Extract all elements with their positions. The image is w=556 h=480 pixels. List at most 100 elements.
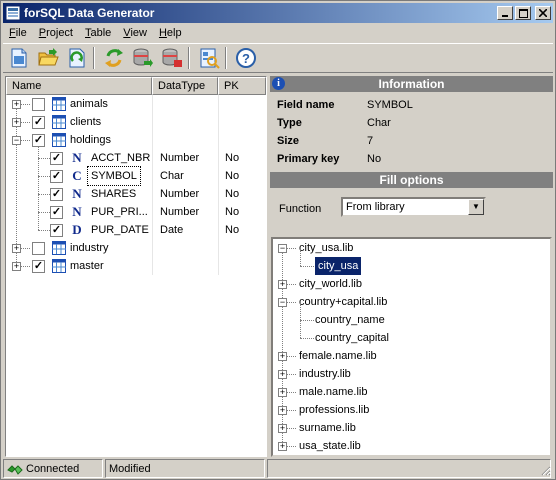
tree-header: Name DataType PK: [6, 77, 266, 95]
field-checkbox[interactable]: ✓: [50, 224, 63, 237]
menu-file[interactable]: File: [3, 27, 33, 39]
generate-button[interactable]: [101, 45, 127, 71]
menu-view[interactable]: View: [117, 27, 153, 39]
tree-row-field[interactable]: ✓ N SHARES Number No: [6, 185, 266, 203]
expand-icon[interactable]: +: [278, 406, 287, 415]
tree-row-table[interactable]: + ✓ clients: [6, 113, 266, 131]
collapse-icon[interactable]: −: [12, 136, 21, 145]
table-icon: [52, 115, 66, 129]
help-button[interactable]: ?: [233, 45, 259, 71]
tree-row-field[interactable]: ✓ N PUR_PRI... Number No: [6, 203, 266, 221]
column-header-datatype[interactable]: DataType: [152, 77, 218, 95]
field-type-icon: D: [72, 222, 82, 237]
tree-guide-line: [300, 248, 301, 266]
app-window: forSQL Data Generator File Project Table Vi…: [0, 0, 556, 480]
expand-icon[interactable]: +: [12, 244, 21, 253]
library-item[interactable]: city_usa.lib: [299, 239, 353, 257]
expand-icon[interactable]: +: [12, 262, 21, 271]
new-icon: [11, 48, 27, 68]
field-checkbox[interactable]: ✓: [50, 170, 63, 183]
expand-icon[interactable]: +: [278, 280, 287, 289]
table-checkbox[interactable]: [32, 242, 45, 255]
maximize-button[interactable]: [515, 6, 531, 20]
dropdown-arrow-icon[interactable]: ▼: [468, 199, 484, 215]
collapse-icon[interactable]: −: [278, 298, 287, 307]
info-value: No: [367, 153, 382, 165]
info-row: Type Char: [277, 115, 547, 131]
library-item[interactable]: professions.lib: [299, 401, 369, 419]
library-item[interactable]: male.name.lib: [299, 383, 367, 401]
table-checkbox[interactable]: ✓: [32, 116, 45, 129]
library-item[interactable]: city_world.lib: [299, 275, 362, 293]
info-row: Primary key No: [277, 151, 547, 167]
tree-row-table[interactable]: + animals: [6, 95, 266, 113]
field-checkbox[interactable]: ✓: [50, 152, 63, 165]
library-field-item[interactable]: country_capital: [315, 329, 389, 347]
expand-icon[interactable]: +: [278, 370, 287, 379]
table-icon: [52, 241, 66, 255]
library-item[interactable]: country+capital.lib: [299, 293, 387, 311]
library-item[interactable]: industry.lib: [299, 365, 351, 383]
table-icon: [52, 259, 66, 273]
tree-row-field[interactable]: ✓ N ACCT_NBR Number No: [6, 149, 266, 167]
menu-help[interactable]: Help: [153, 27, 188, 39]
tree-row-table[interactable]: − ✓ holdings: [6, 131, 266, 149]
info-label: Primary key: [277, 153, 340, 165]
library-tree-panel[interactable]: − city_usa.lib city_usa + city_world.lib − cou…: [271, 237, 552, 457]
collapse-icon[interactable]: −: [278, 244, 287, 253]
new-project-button[interactable]: [6, 45, 32, 71]
column-header-pk[interactable]: PK: [218, 77, 266, 95]
database-connect-icon: [133, 48, 153, 67]
info-row: Size 7: [277, 133, 547, 149]
menu-label: iew: [130, 27, 147, 39]
field-datatype: Date: [160, 224, 184, 236]
tree-row-field[interactable]: ✓ D PUR_DATE Date No: [6, 221, 266, 239]
field-pk: No: [225, 170, 240, 182]
report-icon: [200, 48, 220, 69]
minimize-button[interactable]: [497, 6, 513, 20]
field-checkbox[interactable]: ✓: [50, 188, 63, 201]
table-checkbox[interactable]: [32, 98, 45, 111]
column-header-name[interactable]: Name: [6, 77, 152, 95]
table-name: clients: [70, 116, 102, 128]
resize-grip-icon[interactable]: [539, 464, 551, 476]
expand-icon[interactable]: +: [278, 424, 287, 433]
expand-icon[interactable]: +: [12, 100, 21, 109]
tree-guide-line: [38, 158, 50, 159]
info-row: Field name SYMBOL: [277, 97, 547, 113]
disconnect-database-button[interactable]: [159, 45, 185, 71]
library-item[interactable]: surname.lib: [299, 419, 356, 437]
library-item[interactable]: usa_state.lib: [299, 437, 361, 455]
title-bar[interactable]: forSQL Data Generator: [3, 3, 553, 23]
library-field-item[interactable]: city_usa: [313, 256, 363, 276]
table-checkbox[interactable]: ✓: [32, 260, 45, 273]
connect-database-button[interactable]: [130, 45, 156, 71]
table-icon: [52, 97, 66, 111]
tree-row-table[interactable]: + ✓ master: [6, 257, 266, 275]
tree-row-table[interactable]: + industry: [6, 239, 266, 257]
expand-icon[interactable]: +: [278, 388, 287, 397]
open-project-button[interactable]: [35, 45, 61, 71]
menu-project[interactable]: Project: [33, 27, 79, 39]
expand-icon[interactable]: +: [12, 118, 21, 127]
tree-row-field[interactable]: ✓ C SYMBOL Char No: [6, 166, 266, 186]
toolbar: ?: [3, 43, 553, 73]
library-field-item[interactable]: country_name: [315, 311, 385, 329]
field-checkbox[interactable]: ✓: [50, 206, 63, 219]
table-tree-panel[interactable]: Name DataType PK + animals + ✓ clients − ✓ hold…: [5, 76, 267, 457]
reload-button[interactable]: [64, 45, 90, 71]
menu-bar: File Project Table View Help: [3, 24, 553, 42]
close-button[interactable]: [535, 6, 551, 20]
table-name: master: [70, 260, 104, 272]
menu-label: able: [90, 27, 112, 39]
info-value: Char: [367, 117, 391, 129]
report-button[interactable]: [196, 45, 222, 71]
expand-icon[interactable]: +: [278, 352, 287, 361]
menu-table[interactable]: Table: [79, 27, 117, 39]
information-title: Information: [378, 77, 445, 91]
open-icon: [38, 48, 59, 66]
function-select[interactable]: From library ▼: [341, 197, 486, 217]
library-item[interactable]: female.name.lib: [299, 347, 377, 365]
expand-icon[interactable]: +: [278, 442, 287, 451]
function-label: Function: [279, 203, 322, 215]
